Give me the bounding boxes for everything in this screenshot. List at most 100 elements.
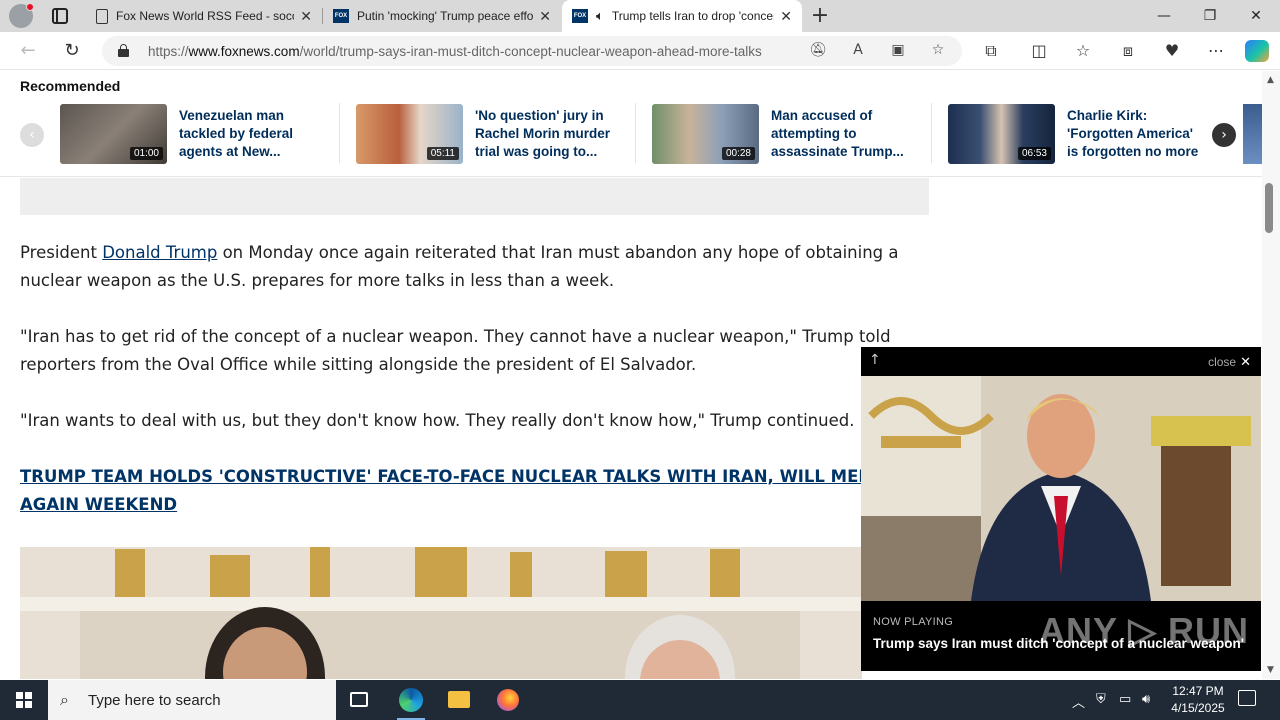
close-tab-icon[interactable]: ✕: [780, 8, 792, 25]
system-clock[interactable]: 12:47 PM 4/15/2025: [1160, 683, 1236, 717]
browser-toolbar: ← ↻ https://www.foxnews.com/world/trump-…: [0, 32, 1280, 70]
new-tab-icon[interactable]: +: [808, 2, 832, 30]
restore-icon[interactable]: ❐: [1187, 0, 1233, 32]
split-screen-icon[interactable]: ◫: [1027, 40, 1051, 62]
foxnews-icon: FOX: [333, 9, 349, 23]
address-bar[interactable]: https://www.foxnews.com/world/trump-says…: [102, 36, 962, 66]
divider: [339, 103, 340, 163]
file-explorer-icon[interactable]: [435, 680, 483, 720]
windows-logo-icon: [16, 692, 32, 708]
article-paragraph: "Iran wants to deal with us, but they do…: [20, 411, 855, 430]
ad-placeholder: [20, 178, 929, 215]
edge-taskbar-icon[interactable]: [387, 680, 435, 720]
more-menu-icon[interactable]: ⋯: [1204, 40, 1228, 62]
scroll-down-icon[interactable]: ▼: [1267, 665, 1274, 675]
recommended-item[interactable]: 05:11 'No question' jury in Rachel Morin…: [356, 104, 626, 164]
start-button[interactable]: [0, 680, 48, 720]
recommended-title[interactable]: Venezuelan man tackled by federal agents…: [179, 107, 319, 161]
immersive-reader-icon[interactable]: ▣: [888, 42, 908, 60]
tab-label: Trump tells Iran to drop 'concept': [611, 9, 775, 23]
related-headline-link[interactable]: TRUMP TEAM HOLDS 'CONSTRUCTIVE' FACE-TO-…: [20, 467, 881, 514]
favorite-star-icon[interactable]: ☆: [928, 42, 948, 60]
recommended-item[interactable]: 01:00 Venezuelan man tackled by federal …: [60, 104, 330, 164]
lock-icon[interactable]: [118, 44, 129, 57]
now-playing-title[interactable]: Trump says Iran must ditch 'concept of a…: [873, 636, 1244, 651]
recommended-item[interactable]: 06:53 Charlie Kirk: 'Forgotten America' …: [948, 104, 1218, 164]
tab-actions-icon[interactable]: [52, 8, 68, 24]
notification-dot: [26, 3, 34, 11]
divider: [0, 176, 1262, 177]
article-photo: [20, 547, 862, 679]
tab-fox-rss[interactable]: Fox News World RSS Feed - soccer ✕: [86, 0, 322, 32]
url-text[interactable]: https://www.foxnews.com/world/trump-says…: [148, 44, 798, 59]
carousel-next-icon[interactable]: ›: [1212, 123, 1236, 147]
document-icon: [96, 8, 108, 24]
window-close-icon[interactable]: ✕: [1233, 0, 1279, 32]
minimize-icon[interactable]: —: [1141, 0, 1187, 32]
scroll-thumb[interactable]: [1265, 183, 1273, 233]
read-aloud-icon[interactable]: A: [848, 42, 868, 60]
clock-date: 4/15/2025: [1171, 701, 1225, 715]
close-tab-icon[interactable]: ✕: [300, 8, 312, 25]
firefox-icon[interactable]: [484, 680, 532, 720]
task-view-icon[interactable]: [336, 680, 384, 720]
article-paragraph: President Donald Trump on Monday once ag…: [20, 243, 899, 290]
taskbar-search[interactable]: ⌕ Type here to search: [48, 680, 336, 720]
recommended-item[interactable]: 00:28 Man accused of attempting to assas…: [652, 104, 922, 164]
collections-icon[interactable]: ⧈: [1116, 40, 1140, 62]
volume-icon[interactable]: 🔊︎: [1142, 692, 1150, 707]
article-paragraph: "Iran has to get rid of the concept of a…: [20, 327, 891, 374]
floating-video-player[interactable]: ↑ close ✕ NOW PLAYING Trump says Iran mus…: [861, 347, 1261, 671]
video-thumbnail[interactable]: 01:00: [60, 104, 167, 164]
recommended-heading: Recommended: [20, 78, 121, 94]
favorites-icon[interactable]: ☆: [1071, 40, 1095, 62]
security-icon[interactable]: ⛨: [1096, 692, 1106, 707]
scroll-to-top-icon[interactable]: ↑: [869, 352, 881, 368]
video-duration: 00:28: [721, 147, 755, 160]
article-body: President Donald Trump on Monday once ag…: [20, 239, 930, 547]
tab-strip: Fox News World RSS Feed - soccer ✕ FOX P…: [0, 0, 1280, 32]
video-thumbnail[interactable]: 05:11: [356, 104, 463, 164]
divider: [931, 103, 932, 163]
page-scrollbar[interactable]: ▲ ▼: [1262, 71, 1280, 679]
tab-putin[interactable]: FOX Putin 'mocking' Trump peace effort ✕: [323, 0, 561, 32]
divider: [635, 103, 636, 163]
recommended-title[interactable]: Charlie Kirk: 'Forgotten America' is for…: [1067, 107, 1207, 161]
player-close-button[interactable]: close ✕: [1208, 354, 1251, 370]
search-icon: ⌕: [60, 690, 69, 709]
video-duration: 05:11: [426, 147, 459, 160]
profile-avatar-icon[interactable]: [9, 3, 34, 28]
windows-taskbar: ⌕ Type here to search ︿ ⛨ ▭ 🔊︎ 12:47 PM …: [0, 680, 1280, 720]
mute-notifications-icon[interactable]: 🔕︎: [808, 42, 828, 60]
performance-icon[interactable]: ♥: [1160, 40, 1184, 62]
notification-center-icon[interactable]: [1238, 690, 1256, 706]
clock-time: 12:47 PM: [1172, 684, 1224, 698]
close-icon[interactable]: ✕: [1240, 354, 1251, 369]
tab-trump-iran[interactable]: FOX 🔈︎ Trump tells Iran to drop 'concept…: [562, 0, 802, 32]
now-playing-label: NOW PLAYING: [873, 616, 954, 628]
recommended-title[interactable]: 'No question' jury in Rachel Morin murde…: [475, 107, 615, 161]
video-frame[interactable]: [861, 376, 1261, 601]
tab-label: Putin 'mocking' Trump peace effort: [357, 9, 534, 23]
video-thumbnail[interactable]: 06:53: [948, 104, 1055, 164]
search-placeholder: Type here to search: [88, 692, 221, 709]
video-thumbnail[interactable]: [1243, 104, 1262, 164]
carousel-prev-icon[interactable]: ‹: [20, 123, 44, 147]
video-duration: 01:00: [129, 147, 163, 160]
copilot-icon[interactable]: [1245, 40, 1269, 62]
player-header: ↑ close ✕: [861, 347, 1261, 376]
recommended-title[interactable]: Man accused of attempting to assassinate…: [771, 107, 911, 161]
network-icon[interactable]: ▭: [1119, 692, 1131, 707]
foxnews-icon: FOX: [572, 9, 588, 23]
speaker-icon[interactable]: 🔈︎: [596, 8, 604, 24]
extensions-icon[interactable]: ⧉: [979, 40, 1003, 62]
scroll-up-icon[interactable]: ▲: [1267, 75, 1274, 85]
refresh-icon[interactable]: ↻: [60, 40, 84, 62]
tab-label: Fox News World RSS Feed - soccer: [116, 9, 295, 23]
show-hidden-icons-icon[interactable]: ︿: [1072, 692, 1085, 711]
back-icon[interactable]: ←: [16, 40, 40, 62]
donald-trump-link[interactable]: Donald Trump: [102, 243, 217, 262]
video-duration: 06:53: [1017, 147, 1051, 160]
video-thumbnail[interactable]: 00:28: [652, 104, 759, 164]
close-tab-icon[interactable]: ✕: [539, 8, 551, 25]
